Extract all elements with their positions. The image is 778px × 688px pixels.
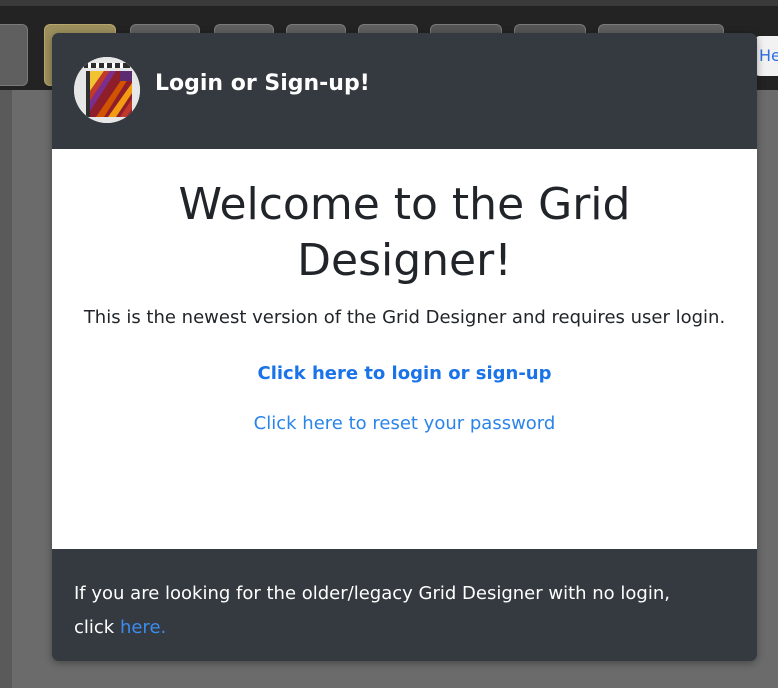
reset-password-link[interactable]: Click here to reset your password [52,413,757,434]
login-signup-link[interactable]: Click here to login or sign-up [257,363,551,384]
welcome-description: This is the newest version of the Grid D… [83,307,726,328]
side-strip [0,90,12,688]
toolbar-button-1[interactable] [0,24,28,86]
legacy-notice: If you are looking for the older/legacy … [74,577,714,645]
welcome-heading: Welcome to the Grid Designer! [178,179,631,286]
woven-grid-logo-icon [74,57,140,123]
login-modal: Login or Sign-up! Welcome to the Grid De… [52,33,757,661]
modal-header: Login or Sign-up! [52,33,757,149]
modal-body: Welcome to the Grid Designer! This is th… [52,149,757,549]
modal-footer: If you are looking for the older/legacy … [52,549,757,661]
legacy-designer-link[interactable]: here. [120,617,166,638]
modal-title: Login or Sign-up! [155,71,370,96]
toolbar-help-link[interactable]: He [754,36,778,76]
